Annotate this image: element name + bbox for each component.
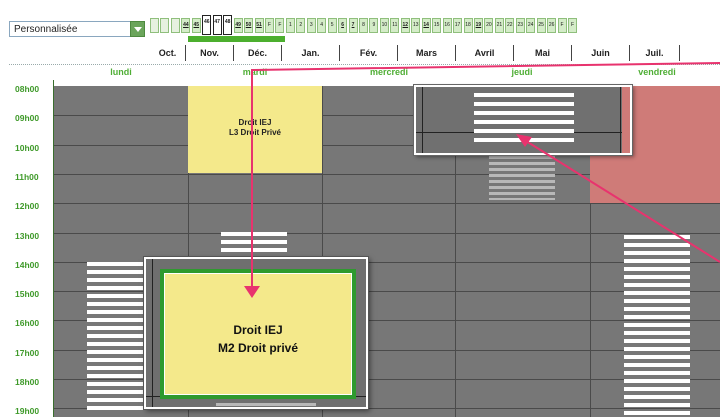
callout-arrow-line: [525, 140, 720, 263]
planning-screen: Personnalisée 44 45 46 47 48 49 50 51 F F 1 2 3 4 5 6 7 8…: [0, 0, 720, 417]
callout-arrow-line: [251, 62, 720, 290]
arrow-head-icon: [244, 286, 260, 298]
callout-arrows: [244, 62, 720, 298]
arrow-head-icon: [516, 134, 532, 147]
